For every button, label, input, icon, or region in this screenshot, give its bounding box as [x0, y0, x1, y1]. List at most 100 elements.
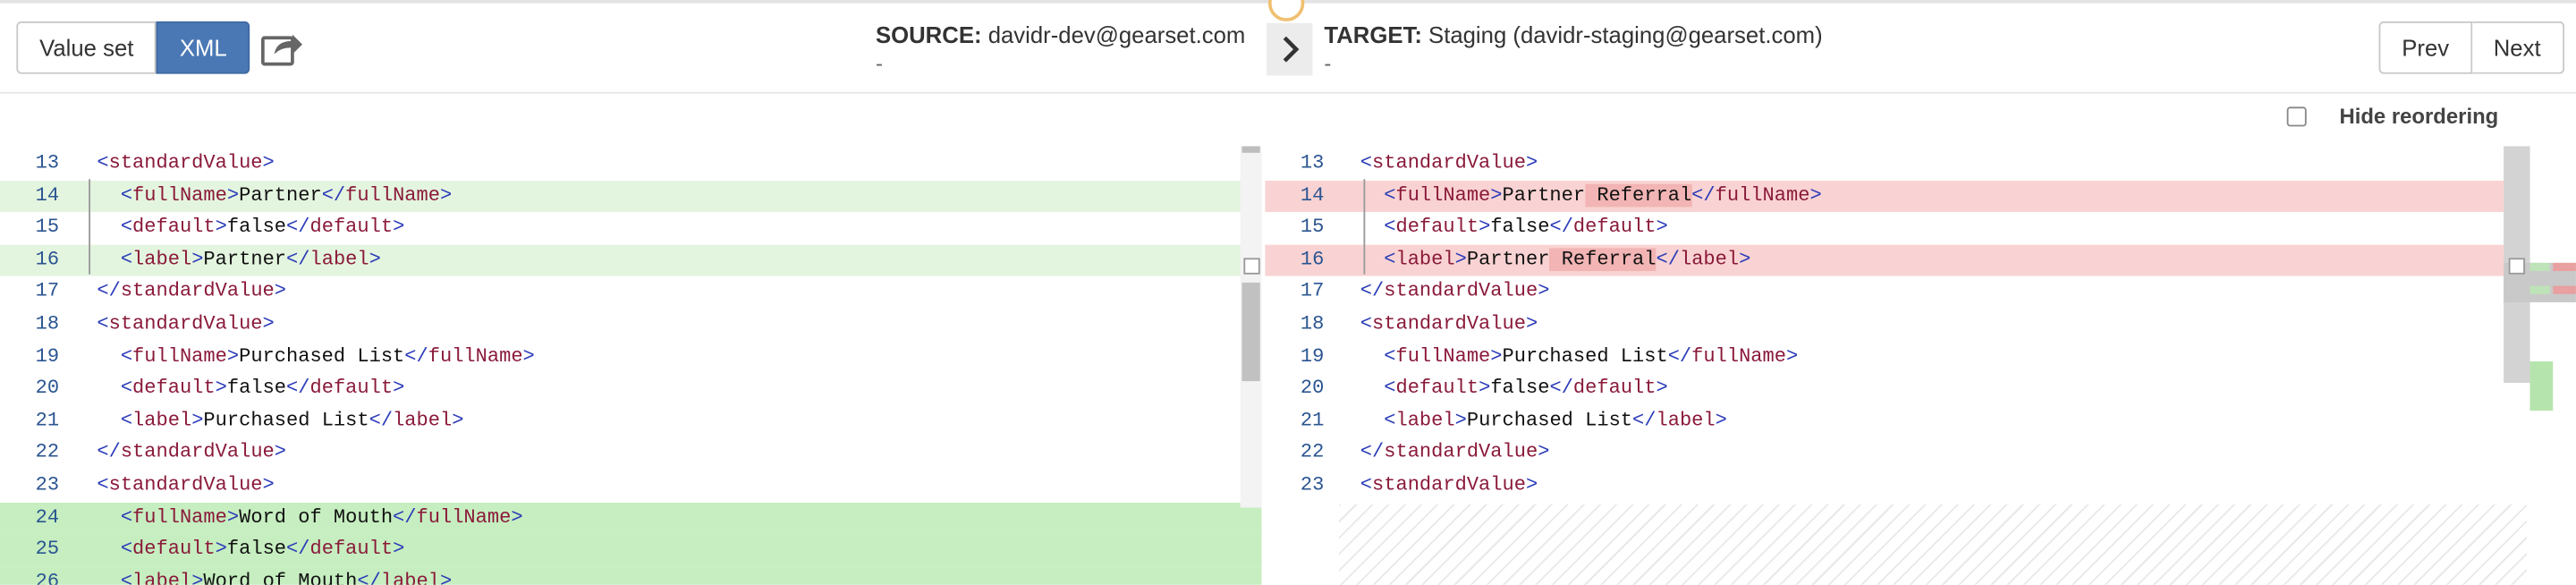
- tag-bracket: >: [1525, 311, 1538, 335]
- source-value: davidr-dev@gearset.com: [987, 21, 1246, 48]
- tag-name: label: [380, 569, 441, 585]
- hide-reordering-checkbox[interactable]: [2286, 106, 2307, 127]
- code-content: <standardValue>: [1360, 148, 1538, 180]
- prev-button[interactable]: Prev: [2378, 21, 2472, 74]
- source-code-pane[interactable]: 13 <standardValue> 14 <fullName>Partner</f…: [0, 146, 1262, 585]
- line-number: 18: [1300, 311, 1325, 335]
- direction-arrow: [1267, 22, 1313, 76]
- tag-value: Purchased List: [203, 408, 369, 432]
- line-number: 16: [1300, 247, 1325, 271]
- tag-value: false: [1490, 215, 1550, 239]
- tag-bracket: >: [226, 343, 240, 368]
- tag-bracket: >: [1538, 440, 1550, 464]
- tag-value: Word of Mouth: [239, 504, 394, 529]
- code-line: 20 <default>false</default>: [1265, 373, 2527, 405]
- overview-added-marker: [2529, 262, 2550, 272]
- tag-value: false: [226, 215, 287, 239]
- line-number: 21: [35, 408, 60, 432]
- tag-bracket: <: [97, 311, 109, 335]
- next-button[interactable]: Next: [2471, 21, 2564, 74]
- line-number: 26: [35, 569, 60, 585]
- tag-bracket: <: [1384, 247, 1396, 271]
- tag-bracket: </: [321, 182, 346, 207]
- source-org: SOURCE: davidr-dev@gearset.com: [876, 21, 1245, 47]
- tag-name: label: [309, 247, 369, 271]
- tag-name: label: [1395, 408, 1455, 432]
- code-line: 17 </standardValue>: [0, 276, 1262, 309]
- tag-bracket: </: [357, 569, 381, 585]
- tag-name: label: [132, 569, 192, 585]
- code-content: <label>Partner Referral</label>: [1360, 244, 1750, 276]
- tag-bracket: >: [226, 504, 240, 529]
- code-content: <fullName>Word of Mouth</fullName>: [97, 502, 523, 534]
- tag-bracket: <: [120, 408, 133, 432]
- overview-removed-marker: [2553, 262, 2576, 272]
- code-line: 18 <standardValue>: [0, 309, 1262, 341]
- code-content: <default>false</default>: [97, 212, 405, 244]
- source-prefix: SOURCE:: [875, 21, 982, 48]
- tag-bracket: </: [404, 343, 428, 368]
- tag-name: default: [132, 215, 216, 239]
- code-content: <label>Word of Mouth</label>: [97, 566, 452, 585]
- line-number: 13: [35, 150, 60, 174]
- code-content: </standardValue>: [1360, 276, 1550, 309]
- tag-bracket: <: [1384, 182, 1396, 207]
- source-scrollbar-thumb[interactable]: [1241, 282, 1260, 382]
- line-number: 19: [35, 343, 60, 368]
- tag-bracket: </: [1632, 408, 1657, 432]
- diff-navigation: Prev Next: [2378, 21, 2564, 74]
- tag-bracket: >: [1538, 279, 1550, 303]
- tag-name: standardValue: [1372, 472, 1526, 496]
- code-line: 18 <standardValue>: [1265, 309, 2527, 341]
- tag-bracket: >: [262, 150, 275, 174]
- tag-name: default: [1572, 376, 1657, 400]
- tag-bracket: >: [215, 376, 227, 400]
- target-value: Staging (davidr-staging@gearset.com): [1428, 21, 1823, 48]
- tag-bracket: >: [191, 247, 204, 271]
- tag-bracket: <: [1360, 311, 1373, 335]
- tag-name: default: [1572, 215, 1657, 239]
- tag-value: Purchased List: [1466, 408, 1633, 432]
- tag-bracket: <: [1384, 215, 1396, 239]
- tag-name: fullName: [428, 343, 523, 368]
- code-line: 21 <label>Purchased List</label>: [0, 405, 1262, 437]
- code-line: 15 <default>false</default>: [1265, 212, 2527, 244]
- hide-reordering-label: Hide reordering: [2339, 103, 2499, 129]
- tag-name: label: [393, 408, 453, 432]
- indent-guide: [89, 179, 91, 275]
- code-content: <default>false</default>: [97, 534, 405, 566]
- line-number: 18: [35, 311, 60, 335]
- tag-value: Word of Mouth: [203, 569, 358, 585]
- tag-name: default: [1395, 376, 1479, 400]
- code-line: 14 <fullName>Partner</fullName>: [0, 180, 1262, 213]
- share-icon[interactable]: [259, 25, 305, 71]
- tag-value: false: [1490, 376, 1550, 400]
- code-line: 14 <fullName>Partner Referral</fullName>: [1265, 180, 2527, 213]
- line-number: 21: [1300, 408, 1325, 432]
- tag-bracket: </: [1360, 440, 1385, 464]
- tag-name: default: [132, 376, 216, 400]
- target-prefix: TARGET:: [1324, 21, 1422, 48]
- line-number: 15: [1300, 215, 1325, 239]
- source-scrollbar-top: [1241, 146, 1260, 153]
- tag-bracket: </: [1549, 376, 1573, 400]
- xml-button[interactable]: XML: [157, 21, 250, 74]
- code-content: <standardValue>: [97, 309, 274, 341]
- tag-value: Partner: [203, 247, 287, 271]
- tag-value: Partner: [239, 182, 322, 207]
- value-set-button[interactable]: Value set: [16, 21, 157, 74]
- tag-bracket: >: [262, 311, 275, 335]
- code-content: <standardValue>: [97, 470, 274, 502]
- tag-bracket: >: [274, 279, 287, 303]
- code-content: </standardValue>: [97, 437, 286, 470]
- tag-bracket: >: [1656, 376, 1668, 400]
- line-number: 22: [1300, 440, 1325, 464]
- changed-text: Referral: [1585, 182, 1692, 207]
- line-number: 16: [35, 247, 60, 271]
- target-missing-lines: [1338, 504, 2527, 585]
- tag-name: label: [132, 247, 192, 271]
